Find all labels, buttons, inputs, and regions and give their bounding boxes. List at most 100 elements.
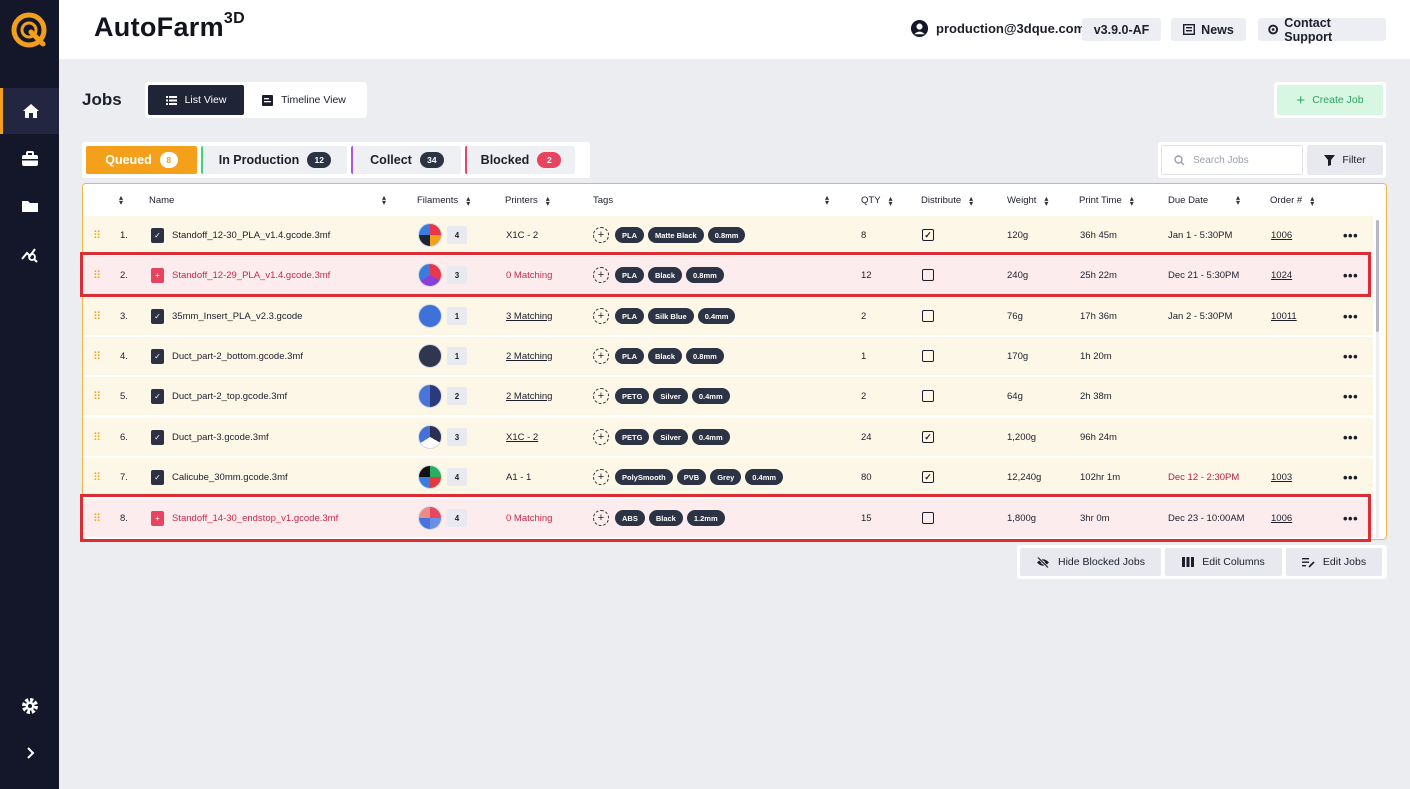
job-name-text[interactable]: Standoff_12-30_PLA_v1.4.gcode.3mf	[172, 230, 330, 241]
job-name[interactable]: ✓ Duct_part-2_top.gcode.3mf	[151, 377, 287, 415]
printers-text[interactable]: A1 - 1	[506, 472, 531, 483]
nav-analytics[interactable]	[0, 231, 59, 277]
add-tag-icon[interactable]: +	[593, 469, 609, 485]
tag-chip[interactable]: 0.8mm	[686, 267, 724, 283]
autofarm-logo[interactable]	[10, 11, 48, 49]
edit-jobs-button[interactable]: Edit Jobs	[1286, 548, 1382, 576]
add-tag-icon[interactable]: +	[593, 429, 609, 445]
tag-chip[interactable]: ABS	[615, 510, 645, 526]
printers-text[interactable]: 3 Matching	[506, 311, 552, 322]
tag-chip[interactable]: Silver	[653, 429, 688, 445]
column-name[interactable]: Name	[149, 195, 174, 206]
tag-chip[interactable]: Black	[648, 348, 683, 364]
tag-chip[interactable]: Black	[648, 267, 683, 283]
order-link[interactable]: 10011	[1271, 311, 1297, 322]
tag-chip[interactable]: Black	[648, 510, 683, 526]
distribute-checkbox[interactable]: ✓	[922, 229, 934, 241]
order-cell[interactable]: 1006	[1271, 216, 1292, 254]
tag-chip[interactable]: 0.8mm	[707, 227, 746, 243]
filaments-cell[interactable]: 4	[418, 499, 467, 537]
order-cell[interactable]: 10011	[1271, 297, 1297, 335]
tag-chip[interactable]: 0.4mm	[691, 429, 730, 445]
column-qty[interactable]: QTY ▴ ▾	[861, 194, 893, 207]
user-account[interactable]: production@3dque.com	[910, 19, 1085, 38]
printers-cell[interactable]: X1C - 2	[506, 216, 538, 254]
distribute-cell[interactable]: ✓	[922, 458, 934, 496]
printers-text[interactable]: 0 Matching	[506, 270, 552, 281]
column-printers[interactable]: Printers ▴ ▾	[505, 194, 550, 207]
distribute-checkbox[interactable]: ✓	[922, 431, 934, 443]
nav-expand[interactable]	[0, 730, 59, 776]
table-row[interactable]: ⠿ 8. + Standoff_14-30_endstop_v1.gcode.3mf 4…	[83, 499, 1373, 537]
order-cell[interactable]: 1006	[1271, 499, 1292, 537]
add-tag-icon[interactable]: +	[593, 388, 609, 404]
job-name[interactable]: ✓ Calicube_30mm.gcode.3mf	[151, 458, 288, 496]
column-weight[interactable]: Weight ▴ ▾	[1007, 194, 1048, 207]
distribute-cell[interactable]	[922, 256, 934, 294]
table-row[interactable]: ⠿ 1. ✓ Standoff_12-30_PLA_v1.4.gcode.3mf 4 X1…	[83, 216, 1373, 254]
drag-handle-icon[interactable]: ⠿	[93, 458, 101, 496]
more-options-icon[interactable]: •••	[1343, 418, 1358, 456]
drag-handle-icon[interactable]: ⠿	[93, 377, 101, 415]
more-options-icon[interactable]: •••	[1343, 216, 1358, 254]
printers-text[interactable]: 0 Matching	[506, 513, 552, 524]
column-filaments[interactable]: Filaments ▴ ▾	[417, 194, 470, 207]
filaments-cell[interactable]: 4	[418, 216, 467, 254]
distribute-cell[interactable]: ✓	[922, 216, 934, 254]
more-options-icon[interactable]: •••	[1343, 458, 1358, 496]
distribute-cell[interactable]	[922, 377, 934, 415]
tag-chip[interactable]: PLA	[615, 227, 644, 243]
scrollbar-thumb[interactable]	[1376, 220, 1379, 332]
more-options-icon[interactable]: •••	[1343, 377, 1358, 415]
distribute-cell[interactable]	[922, 499, 934, 537]
distribute-cell[interactable]	[922, 337, 934, 375]
tag-chip[interactable]: PVB	[676, 469, 707, 485]
job-name[interactable]: ✓ 35mm_Insert_PLA_v2.3.gcode	[151, 297, 302, 335]
filaments-cell[interactable]: 2	[418, 377, 467, 415]
job-name-text[interactable]: Duct_part-2_top.gcode.3mf	[172, 391, 287, 402]
search-input[interactable]: Search Jobs	[1161, 145, 1303, 175]
job-name-text[interactable]: 35mm_Insert_PLA_v2.3.gcode	[172, 311, 302, 322]
tag-chip[interactable]: 0.4mm	[745, 469, 784, 485]
job-name-text[interactable]: Calicube_30mm.gcode.3mf	[172, 472, 288, 483]
timeline-view-button[interactable]: Timeline View	[244, 85, 364, 115]
filaments-cell[interactable]: 4	[418, 458, 467, 496]
distribute-checkbox[interactable]: ✓	[922, 471, 934, 483]
table-row[interactable]: ⠿ 6. ✓ Duct_part-3.gcode.3mf 3 X1C - 2 + PETG Si…	[83, 418, 1373, 456]
order-cell[interactable]: 1024	[1271, 256, 1292, 294]
printers-text[interactable]: X1C - 2	[506, 230, 538, 241]
list-view-button[interactable]: List View	[148, 85, 244, 115]
sort-tags[interactable]: ▴ ▾	[825, 194, 829, 207]
distribute-checkbox[interactable]	[922, 390, 934, 402]
column-distribute[interactable]: Distribute ▴ ▾	[921, 194, 973, 207]
filaments-cell[interactable]: 1	[418, 297, 467, 335]
tag-chip[interactable]: Silk Blue	[648, 308, 694, 324]
distribute-checkbox[interactable]	[922, 310, 934, 322]
printers-text[interactable]: X1C - 2	[506, 432, 538, 443]
add-tag-icon[interactable]: +	[593, 267, 609, 283]
tag-chip[interactable]: PolySmooth	[615, 469, 673, 485]
drag-handle-icon[interactable]: ⠿	[93, 297, 101, 335]
add-tag-icon[interactable]: +	[593, 348, 609, 364]
add-tag-icon[interactable]: +	[593, 308, 609, 324]
printers-cell[interactable]: X1C - 2	[506, 418, 538, 456]
table-row[interactable]: ⠿ 7. ✓ Calicube_30mm.gcode.3mf 4 A1 - 1 + PolyS…	[83, 458, 1373, 496]
sort-due-date[interactable]: ▴ ▾	[1236, 194, 1240, 207]
printers-cell[interactable]: 2 Matching	[506, 377, 552, 415]
order-cell[interactable]: 1003	[1271, 458, 1292, 496]
column-tags[interactable]: Tags	[593, 195, 613, 206]
order-link[interactable]: 1024	[1271, 270, 1292, 281]
column-order[interactable]: Order # ▴ ▾	[1270, 194, 1314, 207]
tab-queued[interactable]: Queued 8	[86, 146, 197, 174]
tag-chip[interactable]: Matte Black	[648, 227, 704, 243]
tab-collect[interactable]: Collect 34	[351, 146, 461, 174]
job-name-text[interactable]: Duct_part-2_bottom.gcode.3mf	[172, 351, 303, 362]
printers-text[interactable]: 2 Matching	[506, 351, 552, 362]
job-name[interactable]: + Standoff_14-30_endstop_v1.gcode.3mf	[151, 499, 338, 537]
distribute-cell[interactable]	[922, 297, 934, 335]
job-name[interactable]: + Standoff_12-29_PLA_v1.4.gcode.3mf	[151, 256, 330, 294]
more-options-icon[interactable]: •••	[1343, 337, 1358, 375]
distribute-checkbox[interactable]	[922, 350, 934, 362]
tag-chip[interactable]: Grey	[710, 469, 742, 485]
job-name-text[interactable]: Standoff_14-30_endstop_v1.gcode.3mf	[172, 513, 338, 524]
